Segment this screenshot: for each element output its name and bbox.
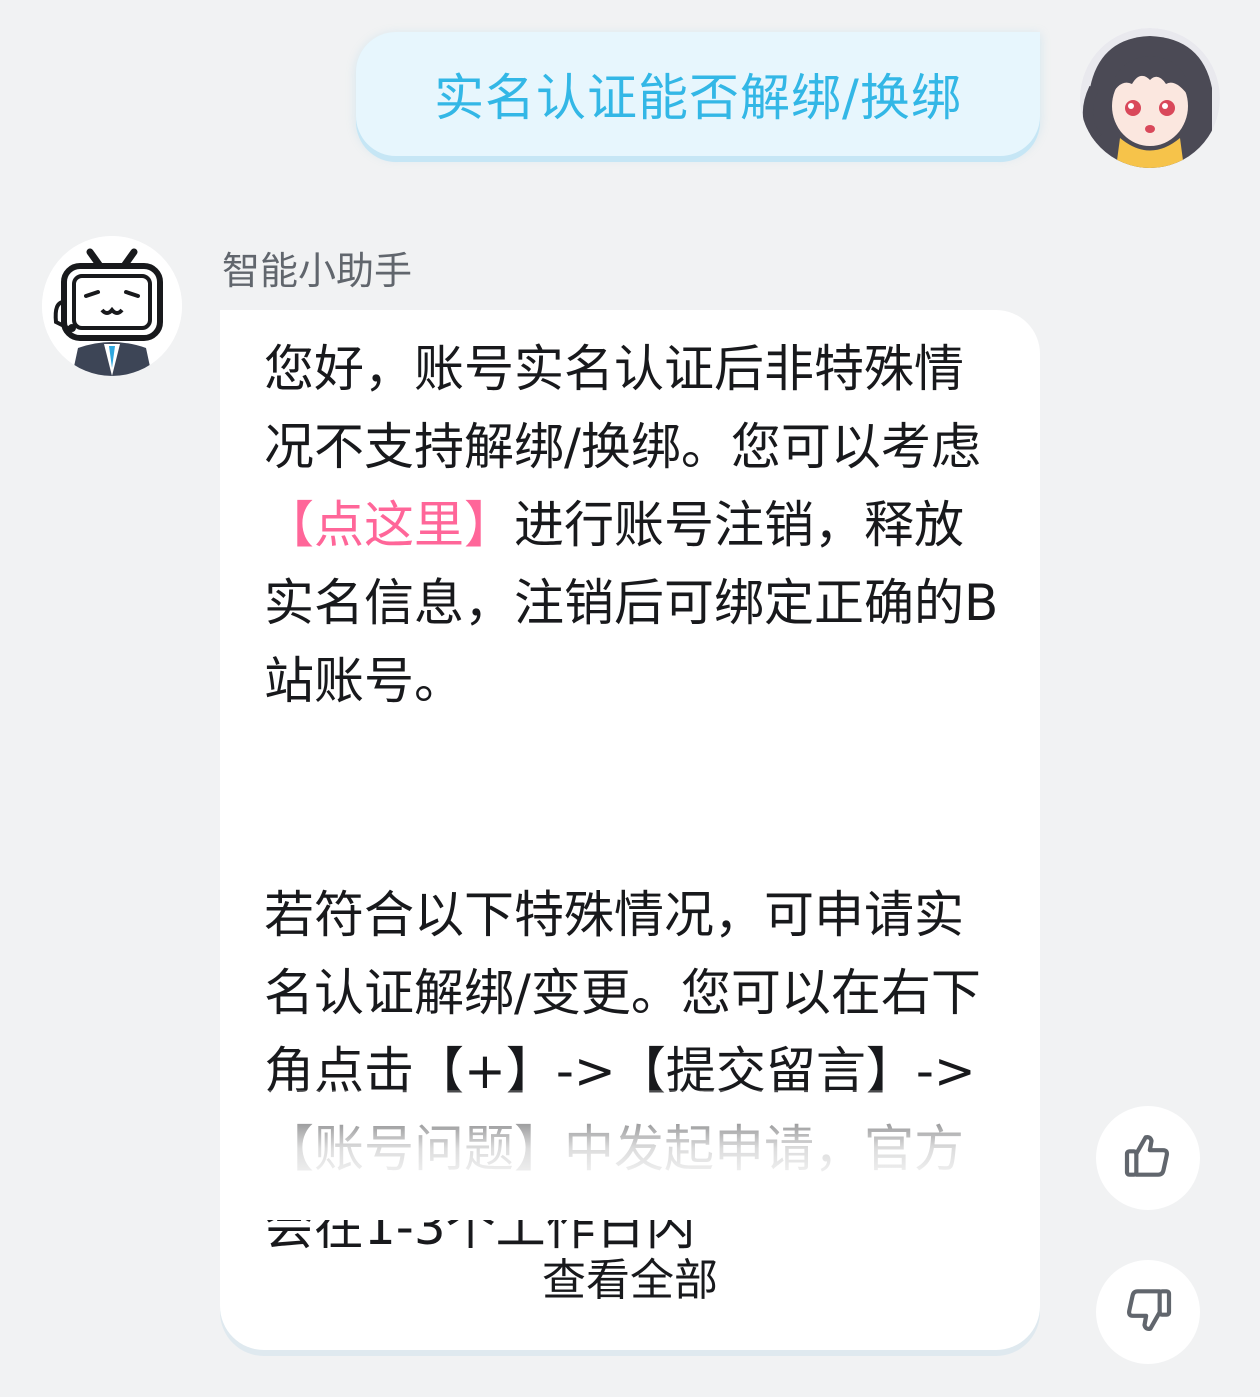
bot-name: 智能小助手 bbox=[222, 249, 413, 293]
user-avatar[interactable] bbox=[1080, 28, 1220, 168]
dislike-button[interactable] bbox=[1096, 1260, 1200, 1364]
reply-paragraph-1: 您好，账号实名认证后非特殊情况不支持解绑/换绑。您可以考虑【点这里】进行账号注销… bbox=[264, 340, 999, 710]
user-message-bubble: 实名认证能否解绑/换绑 bbox=[356, 32, 1040, 156]
view-all-button[interactable]: 查看全部 bbox=[220, 1244, 1040, 1308]
bot-message-bubble: 您好，账号实名认证后非特殊情况不支持解绑/换绑。您可以考虑【点这里】进行账号注销… bbox=[220, 310, 1040, 1350]
like-button[interactable] bbox=[1096, 1106, 1200, 1210]
text-fade-overlay bbox=[220, 1090, 1040, 1220]
thumbs-up-icon bbox=[1120, 1128, 1176, 1188]
thumbs-down-icon bbox=[1120, 1282, 1176, 1342]
bot-avatar[interactable] bbox=[42, 236, 182, 376]
user-message-text: 实名认证能否解绑/换绑 bbox=[434, 69, 962, 127]
cancel-account-link[interactable]: 【点这里】 bbox=[264, 496, 514, 554]
